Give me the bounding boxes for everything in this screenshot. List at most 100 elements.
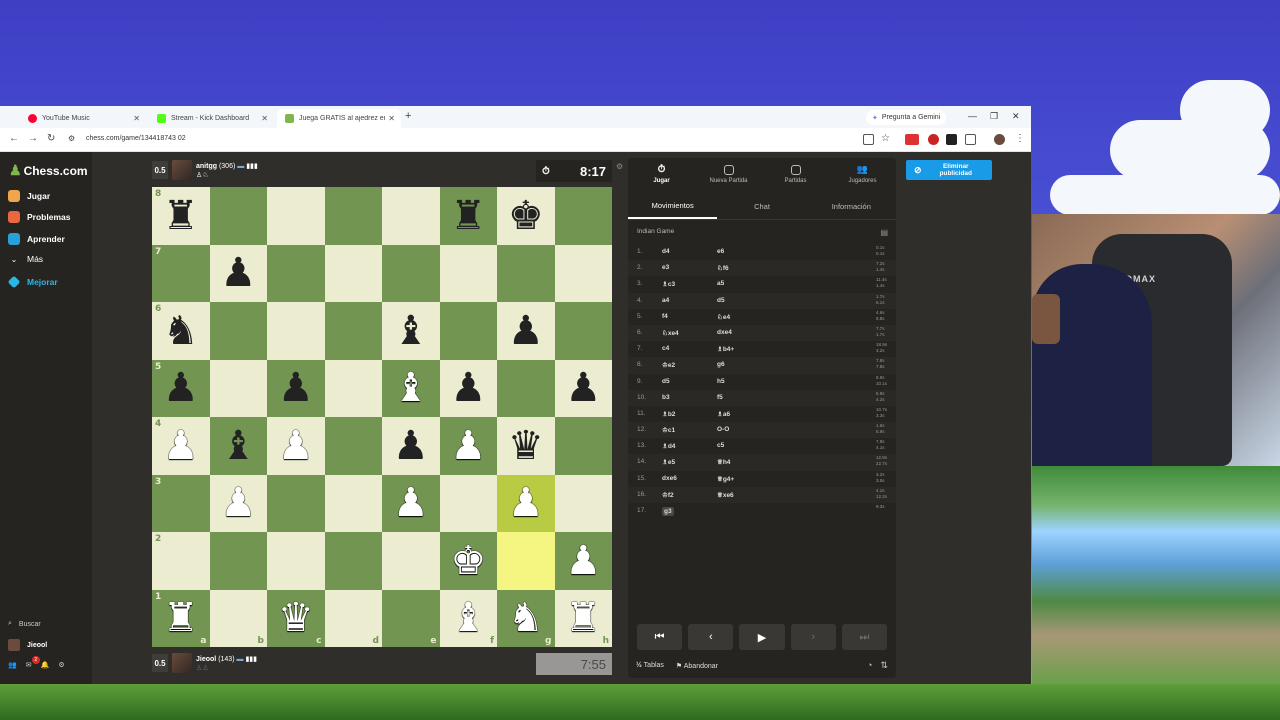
white-move[interactable]: ♗b2 <box>662 410 675 418</box>
square-f5[interactable]: ♟ <box>439 359 497 417</box>
black-king-piece[interactable]: ♚ <box>508 196 544 236</box>
black-move[interactable]: c5 <box>717 442 724 449</box>
white-move[interactable]: d4 <box>662 248 670 255</box>
search-link[interactable]: ⌕ Buscar <box>8 620 41 628</box>
square-c4[interactable]: ♟ <box>267 417 325 475</box>
square-b1[interactable]: b <box>209 589 267 647</box>
white-knight-piece[interactable]: ♞ <box>508 598 544 638</box>
reload-icon[interactable]: ↻ <box>47 133 55 144</box>
white-pawn-piece[interactable]: ♟ <box>163 426 199 466</box>
install-icon[interactable] <box>863 134 874 145</box>
square-g6[interactable]: ♟ <box>497 302 555 360</box>
gemini-button[interactable]: ✦ Pregunta a Gemini <box>866 110 947 125</box>
white-rook-piece[interactable]: ♜ <box>163 598 199 638</box>
white-move[interactable]: a4 <box>662 297 669 304</box>
tab-kick-dashboard[interactable]: Stream - Kick Dashboard ✕ <box>149 109 274 128</box>
remove-ads-button[interactable]: ⊘ Eliminar publicidad <box>906 160 992 180</box>
square-g8[interactable]: ♚ <box>497 187 555 245</box>
tab-chat[interactable]: Chat <box>717 194 806 219</box>
url-field[interactable]: chess.com/game/134418743 02 <box>86 135 186 142</box>
white-move[interactable]: ♔e2 <box>662 361 675 369</box>
friends-icon[interactable]: 👥 <box>8 661 17 669</box>
site-info-icon[interactable]: ⚙ <box>68 134 75 143</box>
extension-icon[interactable] <box>946 134 957 145</box>
white-queen-piece[interactable]: ♛ <box>278 598 314 638</box>
new-tab-button[interactable]: + <box>405 110 411 122</box>
square-b4[interactable]: ♝ <box>209 417 267 475</box>
black-pawn-piece[interactable]: ♟ <box>565 368 601 408</box>
mail-icon[interactable]: ✉ 2 <box>26 656 40 669</box>
analysis-icon[interactable]: ◔ <box>867 660 872 671</box>
square-d1[interactable]: d <box>324 589 382 647</box>
square-e4[interactable]: ♟ <box>382 417 440 475</box>
square-a1[interactable]: 1 a ♜ <box>152 589 210 647</box>
square-g2[interactable] <box>497 532 555 590</box>
user-link[interactable]: Jieool <box>8 639 47 651</box>
square-e1[interactable]: e <box>382 589 440 647</box>
square-g7[interactable] <box>497 244 555 302</box>
black-move[interactable]: h5 <box>717 378 725 385</box>
square-a2[interactable]: 2 <box>152 532 210 590</box>
chess-logo[interactable]: ♟ Chess.com <box>9 162 88 179</box>
tab-movimientos[interactable]: Movimientos <box>628 194 718 219</box>
white-move[interactable]: e3 <box>662 264 669 271</box>
square-f3[interactable] <box>439 474 497 532</box>
square-b5[interactable] <box>209 359 267 417</box>
square-d5[interactable] <box>324 359 382 417</box>
square-h4[interactable] <box>554 417 612 475</box>
restore-icon[interactable]: ❐ <box>990 111 998 122</box>
square-c6[interactable] <box>267 302 325 360</box>
play-button[interactable]: ▶ <box>739 624 785 650</box>
black-move[interactable]: e6 <box>717 248 724 255</box>
white-move[interactable]: f4 <box>662 313 668 320</box>
white-move[interactable]: ♔c1 <box>662 426 675 434</box>
next-move-button[interactable]: › <box>790 624 836 650</box>
square-g1[interactable]: g ♞ <box>497 589 555 647</box>
tab-partidas[interactable]: Partidas <box>762 158 829 190</box>
white-rook-piece[interactable]: ♜ <box>565 598 601 638</box>
black-move[interactable]: O-O <box>717 426 729 433</box>
black-pawn-piece[interactable]: ♟ <box>163 368 199 408</box>
tab-informacion[interactable]: Información <box>807 194 896 219</box>
square-d7[interactable] <box>324 244 382 302</box>
profile-avatar[interactable] <box>994 134 1005 145</box>
white-move[interactable]: ♗e5 <box>662 458 675 466</box>
black-move[interactable]: f5 <box>717 394 723 401</box>
back-icon[interactable]: ← <box>9 133 19 144</box>
square-f8[interactable]: ♜ <box>439 187 497 245</box>
sidebar-item-problemas[interactable]: Problemas <box>8 211 70 223</box>
forward-icon[interactable]: → <box>28 133 38 144</box>
clipboard-icon[interactable]: ▤ <box>880 228 888 237</box>
close-tab-icon[interactable]: ✕ <box>133 114 140 123</box>
square-a8[interactable]: 8 ♜ <box>152 187 210 245</box>
player-name[interactable]: anitgg <box>196 163 217 170</box>
square-f2[interactable]: ♚ <box>439 532 497 590</box>
white-move[interactable]: ♔f2 <box>662 491 674 499</box>
square-d6[interactable] <box>324 302 382 360</box>
black-move[interactable]: ♕h4 <box>717 458 730 466</box>
draw-button[interactable]: ½ Tablas <box>636 662 664 670</box>
square-b8[interactable] <box>209 187 267 245</box>
black-bishop-piece[interactable]: ♝ <box>220 426 256 466</box>
square-e6[interactable]: ♝ <box>382 302 440 360</box>
tab-nueva-partida[interactable]: Nueva Partida <box>695 158 762 190</box>
white-move[interactable]: g3 <box>662 507 674 516</box>
square-c1[interactable]: c ♛ <box>267 589 325 647</box>
close-tab-icon[interactable]: ✕ <box>388 114 395 123</box>
extension-icon[interactable] <box>905 134 919 145</box>
square-a7[interactable]: 7 <box>152 244 210 302</box>
square-f7[interactable] <box>439 244 497 302</box>
square-h5[interactable]: ♟ <box>554 359 612 417</box>
white-move[interactable]: c4 <box>662 345 669 352</box>
white-pawn-piece[interactable]: ♟ <box>278 426 314 466</box>
white-pawn-piece[interactable]: ♟ <box>508 483 544 523</box>
white-pawn-piece[interactable]: ♟ <box>565 541 601 581</box>
square-g4[interactable]: ♛ <box>497 417 555 475</box>
square-e8[interactable] <box>382 187 440 245</box>
square-b3[interactable]: ♟ <box>209 474 267 532</box>
black-queen-piece[interactable]: ♛ <box>508 426 544 466</box>
white-move[interactable]: b3 <box>662 394 670 401</box>
black-knight-piece[interactable]: ♞ <box>163 311 199 351</box>
square-d4[interactable] <box>324 417 382 475</box>
square-h7[interactable] <box>554 244 612 302</box>
